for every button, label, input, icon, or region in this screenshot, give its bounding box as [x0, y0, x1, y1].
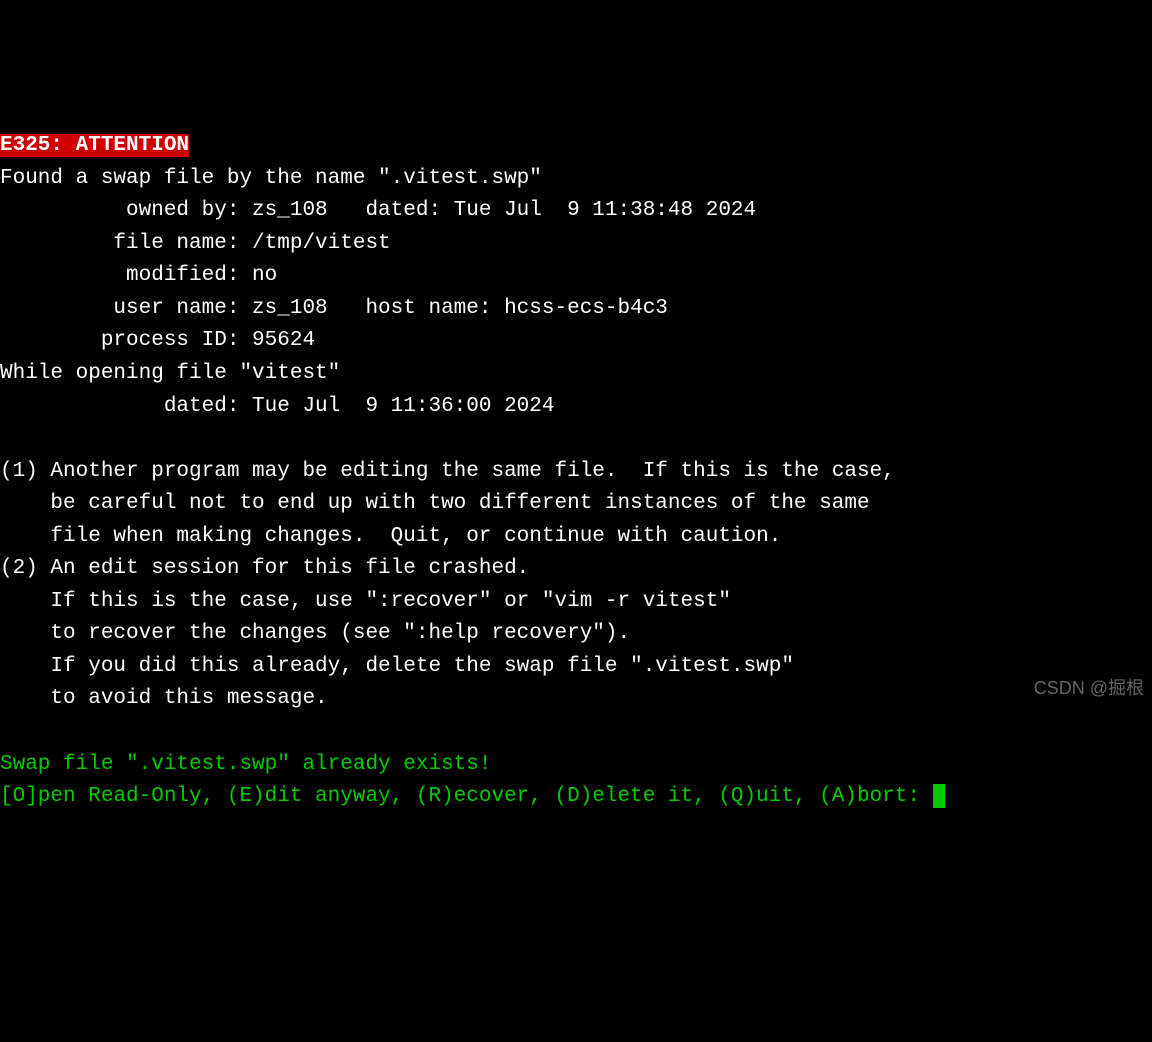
file-name-line: file name: /tmp/vitest — [0, 232, 391, 255]
watermark: CSDN @掘根 — [1034, 675, 1144, 703]
warning-2-line-4: If you did this already, delete the swap… — [0, 655, 794, 678]
warning-2-line-3: to recover the changes (see ":help recov… — [0, 622, 630, 645]
modified-line: modified: no — [0, 264, 277, 287]
dated-line: dated: Tue Jul 9 11:36:00 2024 — [0, 395, 555, 418]
swap-found-line: Found a swap file by the name ".vitest.s… — [0, 167, 542, 190]
user-host-line: user name: zs_108 host name: hcss-ecs-b4… — [0, 297, 668, 320]
cursor-icon — [933, 784, 945, 808]
vim-action-prompt[interactable]: [O]pen Read-Only, (E)dit anyway, (R)ecov… — [0, 785, 933, 808]
warning-1-line-2: be careful not to end up with two differ… — [0, 492, 870, 515]
owned-by-line: owned by: zs_108 dated: Tue Jul 9 11:38:… — [0, 199, 756, 222]
error-header: E325: ATTENTION — [0, 134, 189, 157]
warning-2-line-5: to avoid this message. — [0, 687, 328, 710]
swap-exists-status: Swap file ".vitest.swp" already exists! — [0, 753, 491, 776]
opening-file-line: While opening file "vitest" — [0, 362, 340, 385]
terminal-output: E325: ATTENTION Found a swap file by the… — [0, 130, 1152, 813]
warning-1-line-1: (1) Another program may be editing the s… — [0, 460, 895, 483]
warning-2-line-1: (2) An edit session for this file crashe… — [0, 557, 529, 580]
process-id-line: process ID: 95624 — [0, 329, 315, 352]
warning-1-line-3: file when making changes. Quit, or conti… — [0, 525, 781, 548]
warning-2-line-2: If this is the case, use ":recover" or "… — [0, 590, 731, 613]
